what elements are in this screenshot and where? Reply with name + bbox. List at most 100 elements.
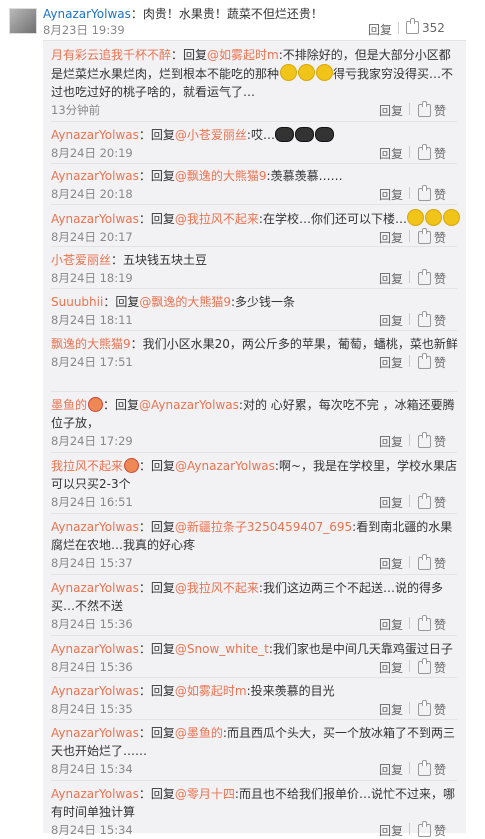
thumb-up-icon	[418, 615, 431, 631]
reply-item: AynazarYolwas：回复@零月十四:而且也不给我们报单价…说忙不过来，哪…	[51, 787, 455, 839]
avatar[interactable]	[9, 8, 37, 34]
like-button[interactable]: 赞	[418, 185, 446, 203]
reply-author[interactable]: 飘逸的大熊猫9	[51, 337, 131, 351]
reply-author[interactable]: AynazarYolwas	[51, 642, 139, 656]
reply-time: 8月24日 15:34	[51, 823, 133, 837]
reply-author[interactable]: AynazarYolwas	[51, 787, 139, 801]
reply-button[interactable]: 回复	[379, 494, 403, 511]
reply-author[interactable]: AynazarYolwas	[51, 726, 139, 740]
reply-button[interactable]: 回复	[379, 822, 403, 839]
divider	[51, 574, 457, 575]
top-like-button[interactable]: 352	[406, 18, 445, 35]
divider	[409, 434, 410, 446]
reply-button[interactable]: 回复	[379, 145, 403, 162]
divider	[51, 719, 457, 720]
reply-author[interactable]: 墨鱼的	[51, 398, 87, 412]
divider	[409, 556, 410, 568]
reply-time: 8月24日 18:11	[51, 313, 133, 327]
reply-author[interactable]: AynazarYolwas	[51, 169, 139, 183]
reply-button[interactable]: 回复	[379, 616, 403, 633]
like-button[interactable]: 赞	[418, 432, 446, 450]
mention-link[interactable]: @零月十四	[175, 787, 235, 801]
reply-button[interactable]: 回复	[379, 354, 403, 371]
mention-link[interactable]: @如雾起时m	[207, 48, 279, 62]
thumb-up-icon	[418, 554, 431, 570]
reply-author[interactable]: 月有彩云追我千杯不醉	[51, 48, 171, 62]
mention-link[interactable]: @我拉风不起来	[175, 581, 259, 595]
mention-link[interactable]: @AynazarYolwas	[139, 398, 239, 412]
mention-link[interactable]: @墨鱼的	[175, 726, 223, 740]
reply-author[interactable]: AynazarYolwas	[51, 520, 139, 534]
reply-button[interactable]: 回复	[379, 555, 403, 572]
thumb-up-icon	[418, 432, 431, 448]
reply-item: AynazarYolwas：回复@我拉风不起来:在学校…你们还可以下楼… 8月2…	[51, 209, 461, 245]
mention-link[interactable]: @如雾起时m	[175, 684, 247, 698]
laugh-emoji-icon	[279, 64, 297, 81]
mention-link[interactable]: @飘逸的大熊猫9	[139, 295, 231, 309]
like-button[interactable]: 赞	[418, 554, 446, 572]
top-author[interactable]: AynazarYolwas	[43, 7, 131, 21]
like-button[interactable]: 赞	[418, 144, 446, 162]
reply-author[interactable]: AynazarYolwas	[51, 581, 139, 595]
reply-button[interactable]: 回复	[379, 102, 403, 119]
like-button[interactable]: 赞	[418, 493, 446, 511]
reply-item: AynazarYolwas：回复@Snow_white_t:我们家也是中间几天靠…	[51, 642, 453, 676]
thumb-up-icon	[418, 185, 431, 201]
reply-button[interactable]: 回复	[379, 270, 403, 287]
reply-item: AynazarYolwas：回复@墨鱼的:而且西瓜个头大，买一个放冰箱了不到两三…	[51, 726, 455, 778]
reply-button[interactable]: 回复	[379, 229, 403, 246]
thumb-up-icon	[418, 821, 431, 837]
like-button[interactable]: 赞	[418, 311, 446, 329]
divider	[409, 617, 410, 629]
like-button[interactable]: 赞	[418, 353, 446, 371]
reply-item: 墨鱼的 ：回复@AynazarYolwas:对的 心好累，每次吃不完 ，冰箱还要腾…	[51, 397, 455, 450]
reply-time: 8月24日 20:18	[51, 187, 133, 201]
reply-author[interactable]: AynazarYolwas	[51, 684, 139, 698]
reply-button[interactable]: 回复	[379, 186, 403, 203]
divider	[51, 121, 457, 122]
reply-author[interactable]: AynazarYolwas	[51, 212, 139, 226]
reply-author[interactable]: 我拉风不起来	[51, 459, 123, 473]
divider	[51, 780, 457, 781]
reply-time: 8月24日 15:36	[51, 617, 133, 631]
divider	[51, 513, 457, 514]
reply-item: AynazarYolwas：回复@如雾起时m:投来羡慕的目光 8月24日 15:…	[51, 684, 447, 718]
mention-link[interactable]: @小苍爱丽丝	[175, 128, 247, 142]
like-button[interactable]: 赞	[418, 228, 446, 246]
reply-button[interactable]: 回复	[379, 761, 403, 778]
like-button[interactable]: 赞	[418, 760, 446, 778]
thumb-up-icon	[418, 311, 431, 327]
reply-button[interactable]: 回复	[379, 659, 403, 676]
divider	[409, 762, 410, 774]
reply-time: 8月24日 15:34	[51, 762, 133, 776]
like-button[interactable]: 赞	[418, 269, 446, 287]
reply-button[interactable]: 回复	[379, 701, 403, 718]
mention-link[interactable]: @AynazarYolwas	[175, 459, 275, 473]
like-button[interactable]: 赞	[418, 700, 446, 718]
reply-button[interactable]: 回复	[379, 312, 403, 329]
like-button[interactable]: 赞	[418, 101, 446, 119]
like-button[interactable]: 赞	[418, 821, 446, 839]
reply-time: 8月24日 15:36	[51, 660, 133, 674]
mention-link[interactable]: @我拉风不起来	[175, 212, 259, 226]
thumb-up-icon	[418, 658, 431, 674]
divider	[51, 330, 457, 331]
mention-link[interactable]: @Snow_white_t	[175, 642, 269, 656]
thumb-up-icon	[418, 101, 431, 117]
like-button[interactable]: 赞	[418, 615, 446, 633]
reply-panel: 月有彩云追我千杯不醉：回复@如雾起时m:不排除好的，但是大部分小区都是烂菜烂水果…	[43, 40, 466, 838]
thumb-up-icon	[418, 353, 431, 369]
reply-item: AynazarYolwas：回复@新疆拉条子3250459407_695:看到南…	[51, 520, 453, 572]
badge-icon	[123, 458, 139, 473]
reply-button[interactable]: 回复	[379, 433, 403, 450]
divider	[409, 230, 410, 242]
reply-author[interactable]: Suuubhii	[51, 295, 103, 309]
mention-link[interactable]: @飘逸的大熊猫9	[175, 169, 267, 183]
mention-link[interactable]: @新疆拉条子3250459407_695	[175, 520, 352, 534]
reply-author[interactable]: 小苍爱丽丝	[51, 253, 111, 267]
top-reply-button[interactable]: 回复	[368, 21, 392, 38]
like-button[interactable]: 赞	[418, 658, 446, 676]
divider	[409, 313, 410, 325]
laugh-emoji-icon	[315, 64, 333, 81]
reply-author[interactable]: AynazarYolwas	[51, 128, 139, 142]
